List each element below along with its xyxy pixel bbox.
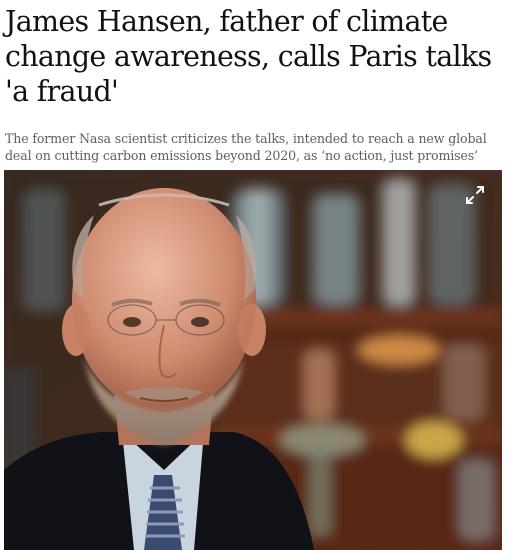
portrait-image [4, 170, 502, 550]
article: James Hansen, father of climate change a… [0, 0, 510, 550]
expand-icon[interactable] [464, 184, 486, 206]
article-standfirst: The former Nasa scientist criticizes the… [5, 131, 487, 163]
article-photo[interactable] [4, 170, 502, 550]
article-headline: James Hansen, father of climate change a… [5, 5, 492, 108]
